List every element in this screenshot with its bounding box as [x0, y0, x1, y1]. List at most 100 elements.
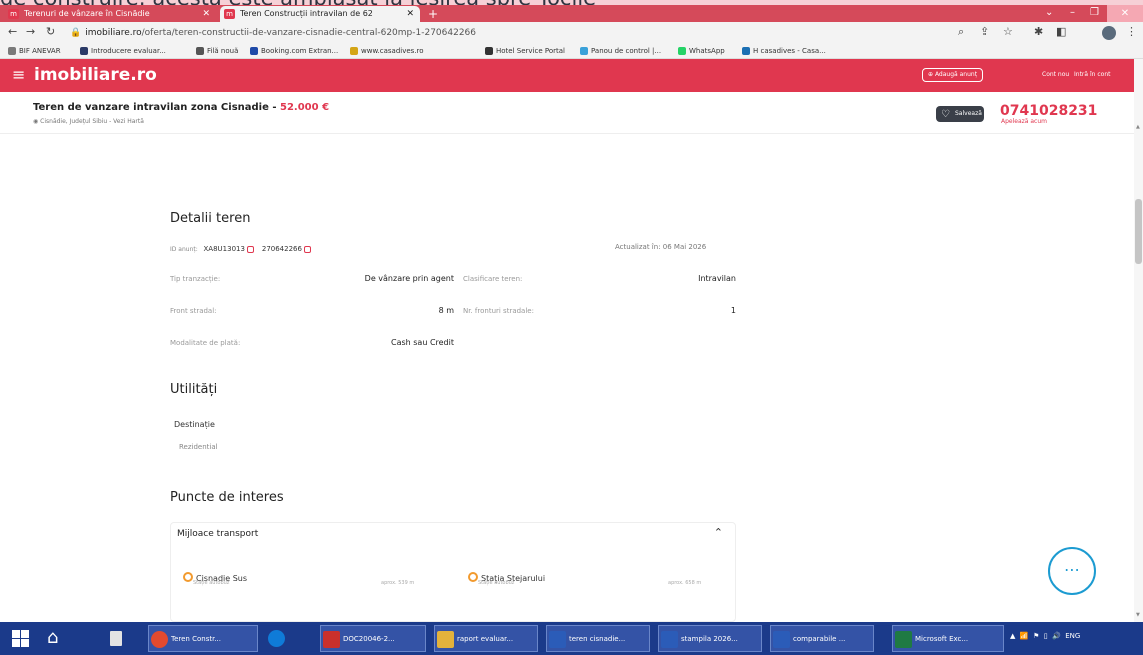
file-explorer-icon[interactable] [102, 625, 132, 652]
bookmark-item[interactable]: Introducere evaluar... [80, 44, 166, 58]
windows-start-icon[interactable] [12, 630, 29, 647]
bookmark-icon [742, 47, 750, 55]
language-indicator[interactable]: ENG [1065, 632, 1080, 640]
listing-ids: ID anunț: XA8U13013 270642266 [170, 245, 317, 253]
bookmark-label: H casadives - Casa... [753, 47, 826, 55]
minimize-icon[interactable]: – [1070, 7, 1075, 18]
scroll-down-icon[interactable]: ▼ [1136, 612, 1140, 618]
page-scrollbar[interactable]: ▲ ▼ [1134, 59, 1143, 622]
bookmark-icon [485, 47, 493, 55]
scroll-thumb[interactable] [1135, 199, 1142, 264]
bookmark-item[interactable]: H casadives - Casa... [742, 44, 826, 58]
word-icon [549, 631, 566, 648]
sidebar-icon[interactable]: ◧ [1056, 25, 1066, 38]
bookmark-item[interactable]: Hotel Service Portal [485, 44, 565, 58]
browser-tab-1[interactable]: m Terenuri de vânzare în Cisnădie ✕ [4, 6, 216, 22]
bookmark-label: Hotel Service Portal [496, 47, 565, 55]
bookmark-item[interactable]: Panou de control |... [580, 44, 661, 58]
pdf-icon [323, 631, 340, 648]
bus-stop-icon [468, 571, 478, 582]
system-tray[interactable]: ▲ 📶 ⚑ ▯ 🔊 ENG [1010, 632, 1080, 640]
phone-number[interactable]: 0741028231 [1000, 103, 1097, 119]
chevron-down-icon[interactable]: ⌄ [1045, 7, 1053, 18]
taskbar-app-label: comparabile ... [793, 635, 846, 643]
taskbar-app-word[interactable]: teren cisnadie... [546, 625, 650, 652]
profile-avatar-icon[interactable] [1102, 26, 1116, 40]
transport-accordion-title: Mijloace transport [177, 529, 259, 539]
menu-kebab-icon[interactable]: ⋮ [1126, 25, 1137, 38]
tray-up-arrow-icon[interactable]: ▲ [1010, 632, 1015, 640]
new-tab-button[interactable]: + [428, 8, 438, 20]
bookmark-label: www.casadives.ro [361, 47, 424, 55]
extensions-icon[interactable]: ✱ [1034, 25, 1043, 38]
transport-stop: Stația Stejarului Stație autobuz aprox. … [468, 566, 728, 586]
maximize-icon[interactable]: ❐ [1090, 7, 1099, 18]
save-button[interactable]: ♡ Salvează [936, 106, 984, 122]
bookmark-item[interactable]: Booking.com Extran... [250, 44, 338, 58]
new-account-link[interactable]: Cont nou [1042, 71, 1069, 78]
search-icon[interactable]: ⌕ [958, 25, 964, 39]
bookmark-label: Panou de control |... [591, 47, 662, 55]
bookmark-item[interactable]: WhatsApp [678, 44, 725, 58]
taskbar-app-word[interactable]: stampila 2026... [658, 625, 762, 652]
listing-location-text: Cisnădie, Județul Sibiu - Vezi Hartă [40, 118, 144, 125]
add-listing-label: Adaugă anunț [934, 71, 978, 78]
bookmark-icon [350, 47, 358, 55]
taskbar-app-label: teren cisnadie... [569, 635, 626, 643]
add-listing-button[interactable]: ⊕ Adaugă anunț [922, 68, 984, 82]
taskbar-app-excel[interactable]: Microsoft Exc... [892, 625, 1004, 652]
imobiliare-favicon-icon: m [224, 9, 235, 19]
call-now-link[interactable]: Apelează acum [1001, 118, 1047, 125]
transport-accordion[interactable]: Mijloace transport ⌃ Cisnadie Sus Stație… [170, 522, 736, 622]
back-arrow-icon[interactable]: ← [8, 25, 17, 38]
windows-taskbar: ⌂ Teren Constr... DOC20046-2... raport e… [0, 622, 1143, 655]
word-icon [661, 631, 678, 648]
close-tab-icon[interactable]: ✕ [406, 6, 414, 22]
listing-title: Teren de vanzare intravilan zona Cisnadi… [33, 102, 329, 113]
taskbar-app-pdf[interactable]: DOC20046-2... [320, 625, 426, 652]
word-icon [773, 631, 790, 648]
bookmark-icon [580, 47, 588, 55]
taskbar-app-folder[interactable]: raport evaluar... [434, 625, 538, 652]
chevron-up-icon[interactable]: ⌃ [714, 526, 723, 539]
forward-arrow-icon[interactable]: → [26, 25, 35, 38]
login-link[interactable]: Intră în cont [1074, 71, 1110, 78]
home-icon[interactable]: ⌂ [40, 625, 70, 652]
destination-label: Destinație [174, 420, 215, 429]
bookmark-icon [196, 47, 204, 55]
url-path: /oferta/teren-constructii-de-vanzare-cis… [141, 28, 477, 38]
listing-summary-bar: Teren de vanzare intravilan zona Cisnadi… [0, 92, 1134, 134]
copy-icon[interactable] [246, 246, 254, 253]
payment-method-label: Modalitate de plată: [170, 339, 241, 347]
bookmark-item[interactable]: Filă nouă [196, 44, 238, 58]
listing-location[interactable]: ◉ Cisnădie, Județul Sibiu - Vezi Hartă [33, 118, 144, 125]
listing-title-text: Teren de vanzare intravilan zona Cisnadi… [33, 102, 280, 113]
bookmark-item[interactable]: www.casadives.ro [350, 44, 424, 58]
hamburger-menu-icon[interactable]: ≡ [12, 65, 25, 85]
close-window-icon[interactable]: ✕ [1107, 5, 1143, 22]
taskbar-app-edge[interactable] [266, 625, 310, 652]
payment-method-value: Cash sau Credit [390, 338, 454, 347]
details-heading: Detalii teren [170, 211, 251, 226]
star-icon[interactable]: ☆ [1003, 25, 1013, 38]
taskbar-app-chrome[interactable]: Teren Constr... [148, 625, 258, 652]
share-icon[interactable]: ⇪ [980, 25, 989, 38]
copy-icon[interactable] [303, 246, 311, 253]
volume-icon: 🔊 [1052, 632, 1061, 640]
browser-tab-2[interactable]: m Teren Construcții intravilan de 62 ✕ [220, 6, 420, 22]
folder-icon [437, 631, 454, 648]
battery-icon: ▯ [1043, 632, 1048, 640]
address-bar[interactable]: 🔒 imobiliare.ro/oferta/teren-constructii-… [70, 25, 930, 41]
chat-bubble-icon[interactable]: ⋯ [1048, 547, 1096, 595]
save-label: Salvează [955, 110, 982, 117]
site-header: ≡ imobiliare.ro ⊕ Adaugă anunț Cont nou … [0, 59, 1134, 92]
street-fronts-count-value: 1 [730, 306, 736, 315]
reload-icon[interactable]: ↻ [46, 25, 55, 38]
stop-distance: aprox. 658 m [668, 580, 702, 586]
close-tab-icon[interactable]: ✕ [202, 6, 210, 22]
bookmark-item[interactable]: BIF ANEVAR [8, 44, 61, 58]
taskbar-app-word[interactable]: comparabile ... [770, 625, 874, 652]
updated-date: Actualizat în: 06 Mai 2026 [615, 243, 707, 251]
scroll-up-icon[interactable]: ▲ [1136, 124, 1140, 130]
site-logo[interactable]: imobiliare.ro [34, 65, 157, 85]
